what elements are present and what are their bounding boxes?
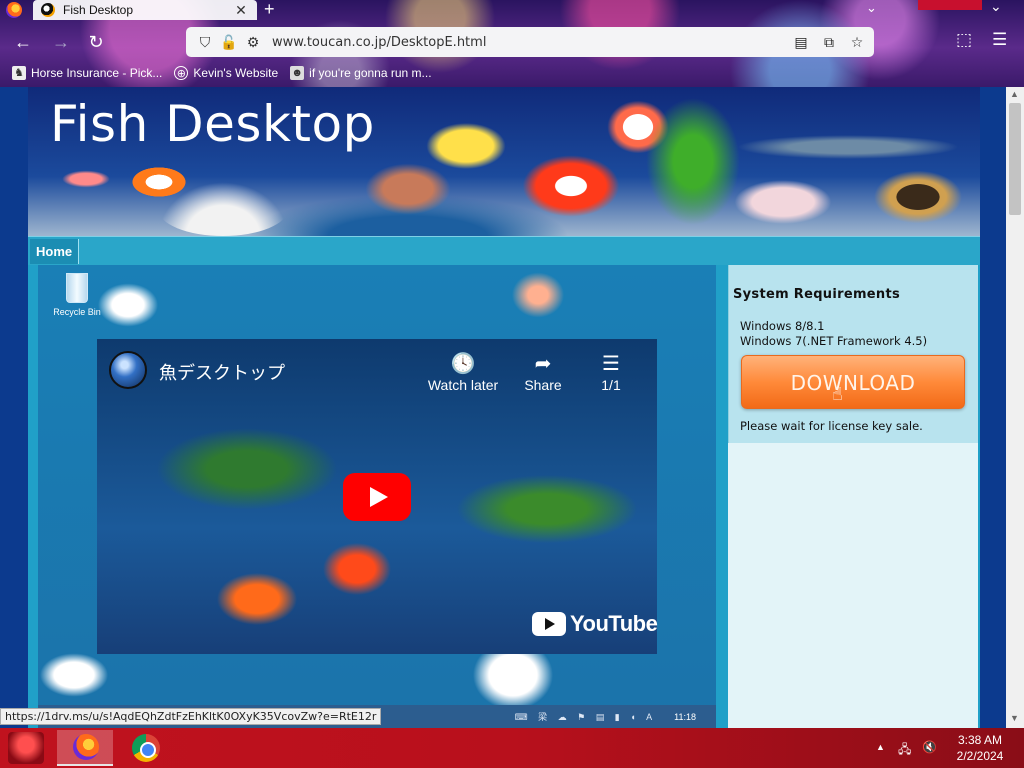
forward-arrow-icon[interactable]: →	[48, 30, 74, 54]
site-title: Fish Desktop	[50, 95, 375, 153]
start-button[interactable]	[8, 732, 44, 764]
back-arrow-icon[interactable]: ←	[10, 30, 36, 54]
bookmark-raccoon[interactable]: ☻ if you're gonna run m...	[290, 66, 432, 80]
watch-later-label: Watch later	[427, 377, 499, 393]
requirement-item: Windows 8/8.1	[740, 319, 825, 333]
status-bar-url: https://1drv.ms/u/s!AqdEQhZdtFzEhKltK0OX…	[0, 708, 382, 725]
picture-in-picture-icon[interactable]: ⧉	[818, 32, 840, 52]
bookmark-label: Kevin's Website	[193, 66, 279, 80]
toucan-favicon-icon	[41, 3, 55, 17]
nav-home-link[interactable]: Home	[30, 239, 80, 264]
youtube-wordmark: YouTube	[570, 611, 658, 636]
tab-title: Fish Desktop	[63, 3, 134, 17]
scroll-up-icon[interactable]: ▲	[1010, 89, 1019, 99]
requirements-title: System Requirements	[733, 287, 901, 302]
preview-tray-icons: ⌨ 梁 ☁ ⚑ ▤ ▮ ◖ A	[514, 712, 657, 722]
license-note: Please wait for license key sale.	[740, 419, 923, 433]
scrollbar-thumb[interactable]	[1009, 103, 1021, 215]
volume-muted-icon[interactable]: 🔇	[922, 740, 937, 754]
web-page: Fish Desktop Home Recycle Bin 魚デスクトップ 🕓 …	[0, 87, 1006, 728]
navigation-toolbar: ← → ↻ ⛉ 🔓 ⚙ www.toucan.co.jp/DesktopE.ht…	[0, 26, 1024, 58]
page-scrollbar[interactable]: ▲ ▼	[1006, 87, 1024, 728]
youtube-embed[interactable]: 魚デスクトップ 🕓 Watch later ➦ Share ☰ 1/1 YouT…	[97, 339, 658, 654]
close-tab-icon[interactable]: ✕	[233, 2, 249, 19]
share-label: Share	[524, 377, 562, 393]
firefox-menu-icon[interactable]	[6, 2, 22, 18]
url-bar[interactable]: ⛉ 🔓 ⚙ www.toucan.co.jp/DesktopE.html ▤ ⧉…	[186, 27, 874, 57]
reader-view-icon[interactable]: ▤	[790, 32, 812, 52]
channel-avatar[interactable]	[109, 351, 147, 389]
video-title[interactable]: 魚デスクトップ	[159, 359, 285, 385]
reload-icon[interactable]: ↻	[83, 30, 109, 54]
requirement-item: Windows 7(.NET Framework 4.5)	[740, 334, 928, 348]
preview-clock: 11:18	[674, 711, 696, 722]
goby-image	[58, 169, 114, 189]
sidebar-lower-panel	[728, 443, 978, 728]
globe-icon: ⊕	[174, 66, 189, 80]
clock-icon: 🕓	[450, 353, 476, 375]
goldfish-image	[516, 151, 626, 221]
recycle-bin-label: Recycle Bin	[53, 307, 101, 317]
url-text[interactable]: www.toucan.co.jp/DesktopE.html	[272, 35, 790, 50]
firefox-icon	[73, 734, 99, 760]
chrome-icon	[132, 734, 160, 762]
show-hidden-icons-chevron-icon[interactable]: ▲	[876, 742, 885, 752]
bookmark-kevins-website[interactable]: ⊕ Kevin's Website	[174, 66, 278, 80]
hamburger-menu-icon[interactable]: ☰	[992, 30, 1007, 50]
download-label: DOWNLOAD	[790, 371, 916, 395]
playlist-button[interactable]: ☰ 1/1	[571, 351, 651, 393]
tab-fish-desktop[interactable]: Fish Desktop ✕	[33, 0, 257, 20]
browser-chrome: Fish Desktop ✕ + ⌄ ⌄ ← → ↻ ⛉ 🔓 ⚙ www.tou…	[0, 0, 1024, 87]
bookmark-star-icon[interactable]: ☆	[846, 32, 868, 52]
clock-time: 3:38 AM	[957, 733, 1003, 747]
shield-icon[interactable]: ⛉	[196, 33, 214, 51]
scroll-down-icon[interactable]: ▼	[1010, 713, 1019, 723]
aquatic-plant-image	[638, 87, 748, 236]
bookmarks-toolbar: ♞ Horse Insurance - Pick... ⊕ Kevin's We…	[0, 61, 1024, 85]
recycle-bin-icon	[66, 273, 88, 303]
boxfish-image	[423, 121, 509, 171]
lock-warning-icon[interactable]: 🔓	[220, 33, 238, 51]
list-all-tabs-chevron-icon[interactable]: ⌄	[866, 0, 877, 16]
system-clock[interactable]: 3:38 AM 2/2/2024	[950, 732, 1010, 764]
desktop-preview: Recycle Bin 魚デスクトップ 🕓 Watch later ➦ Shar…	[38, 265, 716, 728]
tab-strip: Fish Desktop ✕ + ⌄ ⌄	[0, 0, 1024, 20]
bookmark-label: Horse Insurance - Pick...	[31, 66, 163, 80]
window-minimize-strip[interactable]	[918, 0, 982, 10]
bookmark-label: if you're gonna run m...	[309, 66, 432, 80]
extensions-icon[interactable]: ⬚	[956, 30, 972, 50]
download-button[interactable]: DOWNLOAD ☝	[741, 355, 965, 409]
lionfish-image	[358, 159, 458, 219]
page-container: Fish Desktop Home Recycle Bin 魚デスクトップ 🕓 …	[28, 87, 980, 728]
black-moor-image	[868, 167, 968, 227]
play-button[interactable]	[343, 473, 411, 521]
playlist-count: 1/1	[601, 377, 621, 393]
bookmark-horse-insurance[interactable]: ♞ Horse Insurance - Pick...	[12, 66, 162, 80]
new-tab-button[interactable]: +	[264, 0, 275, 20]
youtube-play-icon	[532, 612, 566, 636]
hand-cursor-icon: ☝	[832, 384, 844, 405]
window-chevron-down-icon[interactable]: ⌄	[990, 0, 1002, 15]
windows-taskbar: ▲ 🖧 🔇 3:38 AM 2/2/2024	[0, 728, 1024, 768]
taskbar-chrome[interactable]	[116, 730, 172, 766]
raccoon-icon: ☻	[290, 66, 305, 80]
recycle-bin-shortcut: Recycle Bin	[52, 273, 102, 317]
site-banner: Fish Desktop	[28, 87, 980, 236]
permissions-icon[interactable]: ⚙	[244, 33, 262, 51]
taskbar-firefox[interactable]	[57, 730, 113, 766]
watch-later-button[interactable]: 🕓 Watch later	[423, 351, 503, 393]
horse-icon: ♞	[12, 66, 26, 80]
clock-date: 2/2/2024	[956, 749, 1004, 763]
site-navbar: Home	[28, 236, 980, 265]
youtube-logo[interactable]: YouTube	[532, 611, 658, 637]
pink-fish-image	[728, 177, 838, 227]
network-icon[interactable]: 🖧	[898, 740, 911, 761]
playlist-icon: ☰	[602, 353, 620, 375]
download-sidebar: System Requirements Windows 8/8.1 Window…	[728, 265, 978, 443]
anemone-image	[158, 182, 288, 236]
